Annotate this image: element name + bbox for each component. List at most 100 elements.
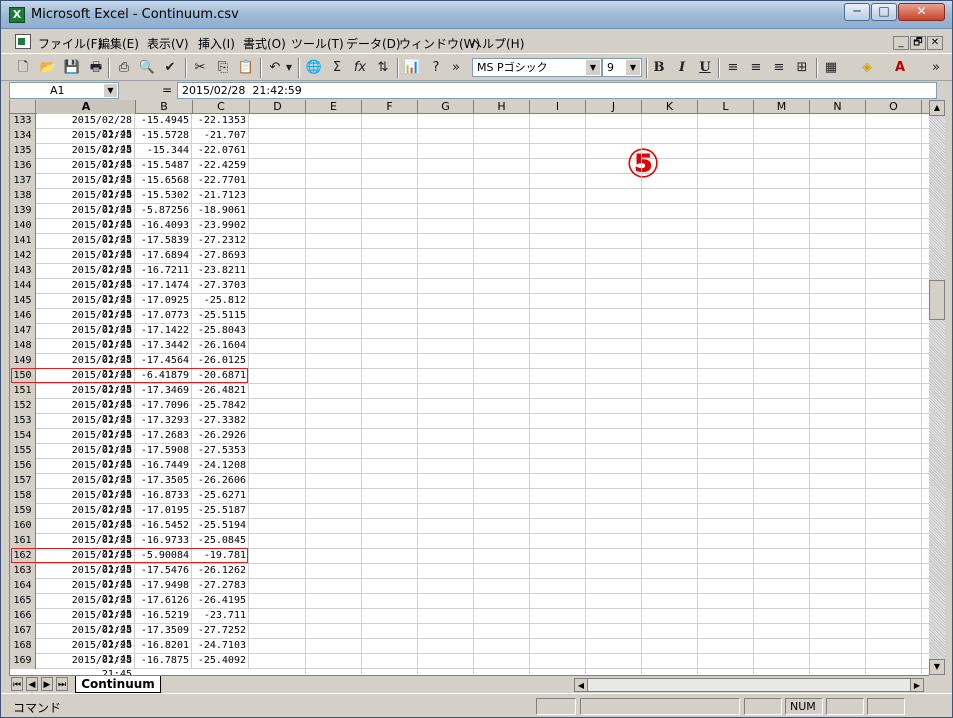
cell-a[interactable]: 2015/02/28 21:45 bbox=[37, 444, 135, 470]
column-header-b[interactable]: B bbox=[136, 100, 193, 114]
workbook-close-button[interactable]: ✕ bbox=[927, 36, 943, 50]
row-header[interactable]: 149 bbox=[10, 354, 36, 369]
name-box[interactable]: A1 ▼ bbox=[9, 82, 119, 99]
cell-b[interactable]: -17.0925 bbox=[136, 294, 192, 309]
spreadsheet-grid[interactable]: ABCDEFGHIJKLMNO 133 2015/02/28 21:45 -15.4… bbox=[9, 100, 929, 675]
cell-a[interactable]: 2015/02/28 21:45 bbox=[37, 474, 135, 500]
row-header[interactable]: 157 bbox=[10, 474, 36, 489]
italic-button[interactable]: I bbox=[672, 58, 692, 78]
cell-c[interactable]: -22.4259 bbox=[193, 159, 249, 174]
row-header[interactable]: 140 bbox=[10, 219, 36, 234]
row-header[interactable]: 139 bbox=[10, 204, 36, 219]
column-header-l[interactable]: L bbox=[698, 100, 754, 114]
cell-a[interactable]: 2015/02/28 21:45 bbox=[37, 189, 135, 215]
row-header[interactable]: 151 bbox=[10, 384, 36, 399]
cell-b[interactable]: -17.3509 bbox=[136, 624, 192, 639]
row-header[interactable]: 135 bbox=[10, 144, 36, 159]
cell-a[interactable]: 2015/02/28 21:45 bbox=[37, 654, 135, 675]
row-header[interactable]: 164 bbox=[10, 579, 36, 594]
hyperlink-icon[interactable]: 🌐 bbox=[304, 58, 324, 78]
cell-c[interactable]: -25.6271 bbox=[193, 489, 249, 504]
first-sheet-icon[interactable]: ⏮ bbox=[11, 677, 23, 691]
cell-a[interactable]: 2015/02/28 21:45 bbox=[37, 129, 135, 155]
cell-b[interactable]: -17.0195 bbox=[136, 504, 192, 519]
workbook-restore-button[interactable]: 🗗 bbox=[910, 36, 926, 50]
cell-c[interactable]: -27.3382 bbox=[193, 414, 249, 429]
cell-c[interactable]: -25.812 bbox=[193, 294, 249, 309]
chart-wizard-icon[interactable]: 📊 bbox=[402, 58, 422, 78]
sort-ascending-icon[interactable]: ⇅ bbox=[373, 58, 393, 78]
cell-c[interactable]: -26.4821 bbox=[193, 384, 249, 399]
row-header[interactable]: 156 bbox=[10, 459, 36, 474]
cell-c[interactable]: -26.2926 bbox=[193, 429, 249, 444]
cell-a[interactable]: 2015/02/28 21:45 bbox=[37, 504, 135, 530]
menu-view[interactable]: 表示(V) bbox=[147, 35, 189, 52]
toolbar-options-icon[interactable]: » bbox=[449, 58, 463, 78]
cell-b[interactable]: -16.5219 bbox=[136, 609, 192, 624]
last-sheet-icon[interactable]: ⏭ bbox=[56, 677, 68, 691]
cell-c[interactable]: -23.711 bbox=[193, 609, 249, 624]
menu-file[interactable]: ファイル(F) bbox=[38, 35, 102, 52]
column-header-h[interactable]: H bbox=[474, 100, 530, 114]
select-all-corner[interactable] bbox=[10, 100, 36, 114]
save-icon[interactable]: 💾 bbox=[62, 58, 82, 78]
cell-c[interactable]: -27.5353 bbox=[193, 444, 249, 459]
cell-c[interactable]: -26.0125 bbox=[193, 354, 249, 369]
maximize-button[interactable]: □ bbox=[871, 3, 897, 21]
row-header[interactable]: 166 bbox=[10, 609, 36, 624]
menu-insert[interactable]: 挿入(I) bbox=[198, 35, 235, 52]
cell-a[interactable]: 2015/02/28 21:45 bbox=[37, 579, 135, 605]
new-icon[interactable]: 🗋 bbox=[13, 58, 33, 78]
cell-c[interactable]: -25.5115 bbox=[193, 309, 249, 324]
cell-a[interactable]: 2015/02/28 21:45 bbox=[37, 249, 135, 275]
formula-input[interactable]: 2015/02/28 21:42:59 bbox=[177, 82, 937, 99]
chevron-down-icon[interactable]: ▼ bbox=[586, 60, 600, 75]
cell-a[interactable]: 2015/02/28 21:45 bbox=[37, 414, 135, 440]
row-header[interactable]: 165 bbox=[10, 594, 36, 609]
scroll-up-icon[interactable]: ▲ bbox=[929, 100, 945, 116]
cell-c[interactable]: -25.4092 bbox=[193, 654, 249, 669]
row-header[interactable]: 167 bbox=[10, 624, 36, 639]
row-header[interactable]: 152 bbox=[10, 399, 36, 414]
column-header-a[interactable]: A bbox=[37, 100, 136, 114]
font-color-icon[interactable]: A bbox=[890, 58, 910, 78]
excel-app-icon[interactable]: X bbox=[9, 7, 25, 23]
cell-b[interactable]: -17.6126 bbox=[136, 594, 192, 609]
column-header-e[interactable]: E bbox=[306, 100, 362, 114]
sheet-tab-continuum[interactable]: Continuum bbox=[75, 676, 161, 693]
menu-tools[interactable]: ツール(T) bbox=[291, 35, 344, 52]
next-sheet-icon[interactable]: ▶ bbox=[41, 677, 53, 691]
cell-a[interactable]: 2015/02/28 21:45 bbox=[37, 309, 135, 335]
cell-a[interactable]: 2015/02/28 21:45 bbox=[37, 489, 135, 515]
cell-b[interactable]: -5.87256 bbox=[136, 204, 192, 219]
row-header[interactable]: 141 bbox=[10, 234, 36, 249]
cell-b[interactable]: -15.5487 bbox=[136, 159, 192, 174]
row-header[interactable]: 159 bbox=[10, 504, 36, 519]
spelling-icon[interactable]: ✔ bbox=[160, 58, 180, 78]
chevron-down-icon[interactable]: ▼ bbox=[626, 60, 640, 75]
cell-c[interactable]: -21.707 bbox=[193, 129, 249, 144]
column-header-g[interactable]: G bbox=[418, 100, 474, 114]
cell-b[interactable]: -17.1422 bbox=[136, 324, 192, 339]
cell-b[interactable]: -17.1474 bbox=[136, 279, 192, 294]
cell-c[interactable]: -27.3703 bbox=[193, 279, 249, 294]
cell-b[interactable]: -16.8733 bbox=[136, 489, 192, 504]
row-header[interactable]: 158 bbox=[10, 489, 36, 504]
cell-c[interactable]: -26.2606 bbox=[193, 474, 249, 489]
cell-b[interactable]: -17.9498 bbox=[136, 579, 192, 594]
cell-c[interactable]: -23.8211 bbox=[193, 264, 249, 279]
cell-b[interactable]: -17.3442 bbox=[136, 339, 192, 354]
minimize-button[interactable]: ─ bbox=[844, 3, 870, 21]
cell-b[interactable]: -17.5476 bbox=[136, 564, 192, 579]
close-button[interactable]: ✕ bbox=[898, 3, 945, 21]
cell-a[interactable]: 2015/02/28 21:45 bbox=[37, 294, 135, 320]
menu-edit[interactable]: 編集(E) bbox=[98, 35, 139, 52]
cell-c[interactable]: -25.8043 bbox=[193, 324, 249, 339]
cell-c[interactable]: -22.1353 bbox=[193, 114, 249, 129]
row-header[interactable]: 138 bbox=[10, 189, 36, 204]
cell-c[interactable]: -25.0845 bbox=[193, 534, 249, 549]
permission-icon[interactable]: 🖶 bbox=[86, 58, 106, 78]
row-header[interactable]: 136 bbox=[10, 159, 36, 174]
print-icon[interactable]: ⎙ bbox=[114, 58, 134, 78]
cell-a[interactable]: 2015/02/28 21:45 bbox=[37, 609, 135, 635]
